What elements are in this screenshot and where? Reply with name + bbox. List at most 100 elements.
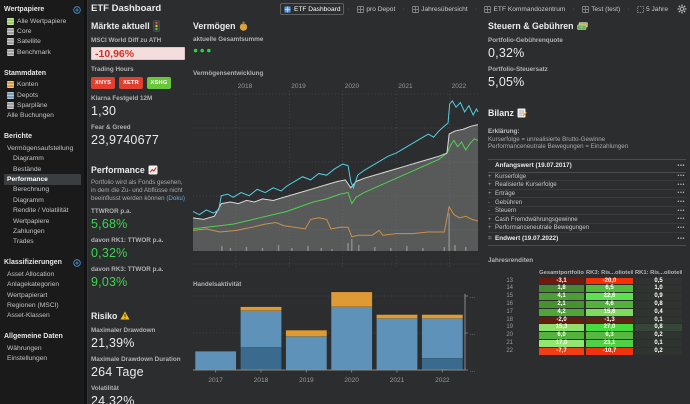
add-button-plus-icon[interactable]: [73, 6, 81, 14]
annual-returns-cell: 0,2: [635, 348, 682, 355]
sidebar-section-berichte: Berichte: [4, 132, 81, 141]
svg-text:2018: 2018: [238, 83, 253, 90]
total-sum-label: aktuelle Gesamtsumme: [193, 36, 263, 44]
dashboard-grid-icon: [484, 6, 491, 13]
sidebar-item-asset-klassen[interactable]: Asset-Klassen: [4, 311, 84, 321]
sidebar-item-alle-buchungen[interactable]: Alle Buchungen: [4, 111, 84, 121]
tab-etf-kommandozentrum[interactable]: ETF Kommandozentrum: [480, 3, 569, 15]
sidebar-item-diagramm[interactable]: Diagramm: [4, 154, 84, 164]
sidebar-item-depots[interactable]: Depots: [4, 90, 84, 100]
balance-row-label: Anfangswert (19.07.2017): [495, 162, 677, 169]
balance-row-sign: +: [488, 216, 495, 223]
doku-link[interactable]: (Doku): [166, 195, 185, 202]
tab-test-test[interactable]: Test (test): [578, 3, 624, 15]
dashboard-grid-icon: [412, 6, 419, 13]
sidebar-item-wertpapierart[interactable]: Wertpapierart: [4, 290, 84, 300]
sidebar-item-trades[interactable]: Trades: [4, 237, 84, 247]
sidebar-item-anlagekategorien[interactable]: Anlagekategorien: [4, 279, 84, 289]
add-button-plus-icon[interactable]: [73, 259, 81, 267]
sidebar-item-bestände[interactable]: Bestände: [4, 164, 84, 174]
sidebar-item-sparpläne[interactable]: Sparpläne: [4, 100, 84, 110]
msci-diff-value-box: -10,96%: [91, 47, 185, 60]
settings-gear-icon[interactable]: [677, 4, 687, 14]
sidebar-item-einstellungen[interactable]: Einstellungen: [4, 353, 84, 363]
balance-row-steuern: -Steuern•••: [488, 207, 686, 216]
banknotes-icon: [577, 22, 588, 30]
exchange-status-xshg[interactable]: XSHG: [147, 77, 171, 89]
explanation-title: Erklärung:: [488, 128, 686, 136]
sidebar-item-label: Diagramm: [13, 197, 44, 204]
annual-returns-cell: 0,8: [635, 301, 682, 308]
fear-greed-label: Fear & Greed: [91, 124, 186, 132]
tab-label: ETF Dashboard: [294, 6, 341, 13]
annual-returns-year: 17: [488, 309, 537, 316]
sidebar-item-diagramm[interactable]: Diagramm: [4, 195, 84, 205]
column-taxes-balance: Steuern & Gebühren Portfolio-Gebührenquo…: [488, 20, 686, 356]
annual-returns-cell: 2,1: [539, 301, 584, 308]
sidebar-item-wertpapiere[interactable]: Wertpapiere: [4, 216, 84, 226]
tab-5-jahre[interactable]: 5 Jahre: [633, 3, 673, 15]
balance-row-hidden-value: •••: [677, 216, 686, 222]
metric-label-davon-rk1-ttwor-p-a: davon RK1: TTWOR p.a.: [91, 237, 186, 245]
wealth-development-chart[interactable]: 20182019202020212022: [193, 78, 485, 284]
annual-returns-row-20: 206,06,30,2: [488, 332, 686, 339]
trading-activity-label: Handelsaktivität: [193, 281, 241, 289]
svg-text:...: ...: [470, 368, 475, 374]
balance-row-anfangswert-19-07-2017: Anfangswert (19.07.2017)•••: [488, 160, 686, 173]
annual-returns-cell: 0,1: [635, 317, 682, 324]
annual-returns-cell: 22,6: [586, 293, 633, 300]
annual-returns-year: 14: [488, 285, 537, 292]
balance-row-label: Steuern: [495, 207, 677, 214]
annual-returns-cell: 4,6: [586, 301, 633, 308]
explanation-line-2: Performanceneutrale Bewegungen = Einzahl…: [488, 143, 686, 151]
annual-returns-row-13: 13-3,1-20,00,5: [488, 278, 686, 285]
balance-row-hidden-value: •••: [677, 190, 686, 196]
annual-returns-cell: 15,6: [586, 309, 633, 316]
sidebar-item-satellite[interactable]: Satellite: [4, 37, 84, 47]
balance-row-label: Erträge: [495, 190, 677, 197]
annual-returns-cell: 4,2: [539, 309, 584, 316]
annual-returns-year: 20: [488, 332, 537, 339]
balance-row-realisierte-kurserfolge: +Realisierte Kurserfolge•••: [488, 181, 686, 190]
annual-returns-cell: 6,5: [586, 285, 633, 292]
sidebar-item-label: Diagramm: [13, 155, 44, 162]
sidebar-item-regionen-msci[interactable]: Regionen (MSCI): [4, 300, 84, 310]
sidebar-item-währungen[interactable]: Währungen: [4, 343, 84, 353]
taxes-section-header: Steuern & Gebühren: [488, 20, 686, 31]
balance-row-label: Performanceneutrale Bewegungen: [495, 224, 677, 231]
exchange-status-xetr[interactable]: XETR: [119, 77, 143, 89]
sidebar-item-rendite-volatilität[interactable]: Rendite / Volatilität: [4, 205, 84, 215]
sidebar-item-konten[interactable]: Konten: [4, 80, 84, 90]
sidebar-item-alle-wertpapiere[interactable]: Alle Wertpapiere: [4, 16, 84, 26]
sidebar-item-berechnung[interactable]: Berechnung: [4, 185, 84, 195]
sidebar-item-zahlungen[interactable]: Zahlungen: [4, 226, 84, 236]
metric-value-ttwror-p-a: 5,68%: [91, 217, 186, 231]
sidebar-item-label: Währungen: [7, 345, 42, 352]
svg-text:2021: 2021: [398, 83, 413, 90]
report-period-icon: [637, 6, 644, 13]
money-bag-icon: [239, 21, 248, 31]
trading-hours-indicators: XNYS XETR XSHG: [91, 77, 186, 89]
tab-separator: ·: [572, 6, 574, 13]
tab-etf-dashboard[interactable]: ETF Dashboard: [280, 3, 344, 15]
sidebar-item-benchmark[interactable]: Benchmark: [4, 47, 84, 57]
securities-list-icon: [7, 28, 14, 35]
sidebar-item-label: Asset-Klassen: [7, 312, 50, 319]
sidebar-item-asset-allocation[interactable]: Asset Allocation: [4, 269, 84, 279]
sidebar-item-label: Einstellungen: [7, 355, 47, 362]
sidebar-section-allgemeine-daten: Allgemeine Daten: [4, 332, 81, 341]
exchange-status-xnys[interactable]: XNYS: [91, 77, 115, 89]
securities-list-icon: [7, 38, 14, 45]
annual-returns-cell: 0,5: [635, 278, 682, 285]
metric-value-davon-rk1-ttwor-p-a: 0,32%: [91, 246, 186, 260]
tab-pro-depot[interactable]: pro Depot: [353, 3, 399, 15]
sidebar-item-core[interactable]: Core: [4, 26, 84, 36]
metric-value-portfolio-steuersatz: 5,05%: [488, 75, 686, 89]
trading-activity-chart[interactable]: 201720182019202020212022.........: [193, 290, 485, 394]
tab-jahresübersicht[interactable]: Jahresübersicht: [408, 3, 472, 15]
sidebar-item-label: Benchmark: [17, 49, 51, 56]
sidebar-item-performance[interactable]: Performance: [4, 174, 81, 184]
sidebar-item-vermögensaufstellung[interactable]: Vermögensaufstellung: [4, 143, 84, 153]
sidebar-splitter[interactable]: [84, 0, 88, 404]
wealth-chart-label: Vermögensentwicklung: [193, 70, 263, 78]
